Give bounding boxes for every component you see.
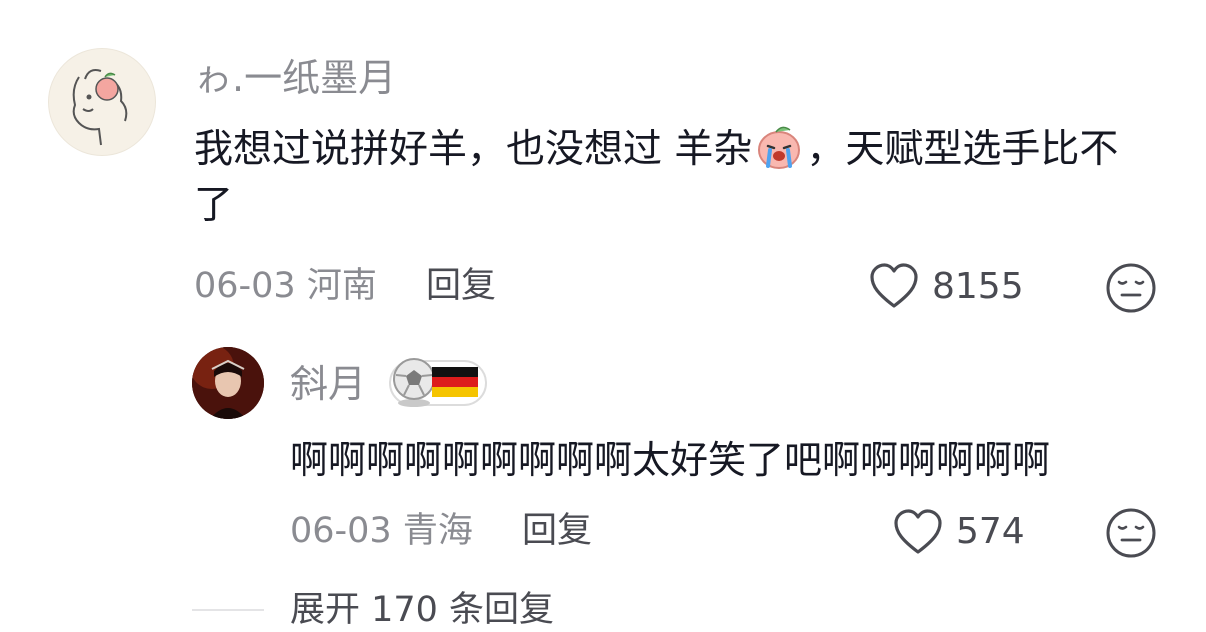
comment-text-part1: 我想过说拼好羊，也没想过 羊杂 [194, 127, 753, 172]
crying-peach-emoji-icon [754, 124, 804, 170]
reply-like-button[interactable] [892, 507, 944, 557]
comment-date: 06-03 [194, 266, 296, 306]
comment-text: 我想过说拼好羊，也没想过 羊杂 ，天赋型选手比不了 [194, 122, 1154, 234]
comment-reply-button[interactable]: 回复 [426, 264, 496, 308]
neutral-face-icon [1106, 263, 1156, 313]
comment-like-count: 8155 [932, 266, 1024, 307]
reply-dislike-button[interactable] [1105, 507, 1157, 559]
comment-like-button[interactable] [868, 261, 920, 311]
expand-divider [192, 609, 264, 611]
germany-flag-icon [432, 367, 478, 397]
reply-date: 06-03 [290, 511, 392, 551]
comment-dislike-button[interactable] [1105, 262, 1157, 314]
comment-location: 河南 [306, 266, 377, 306]
reply-reply-button[interactable]: 回复 [522, 509, 592, 553]
reply-meta: 06-03 青海 [290, 509, 473, 553]
heart-outline-icon [894, 509, 942, 554]
replier-avatar[interactable] [192, 347, 264, 419]
reply-like-count: 574 [956, 511, 1025, 552]
commenter-username[interactable]: ゎ.一纸墨月 [194, 56, 396, 100]
replier-username[interactable]: 斜月 [290, 362, 366, 406]
reply-location: 青海 [402, 511, 473, 551]
comment-meta: 06-03 河南 [194, 264, 377, 308]
expand-replies-button[interactable]: 展开 170 条回复 [290, 588, 554, 632]
commenter-avatar[interactable] [48, 48, 156, 156]
neutral-face-icon [1106, 508, 1156, 558]
heart-outline-icon [870, 263, 918, 308]
reply-text: 啊啊啊啊啊啊啊啊啊太好笑了吧啊啊啊啊啊啊 [290, 438, 1051, 482]
user-badge [386, 353, 490, 411]
